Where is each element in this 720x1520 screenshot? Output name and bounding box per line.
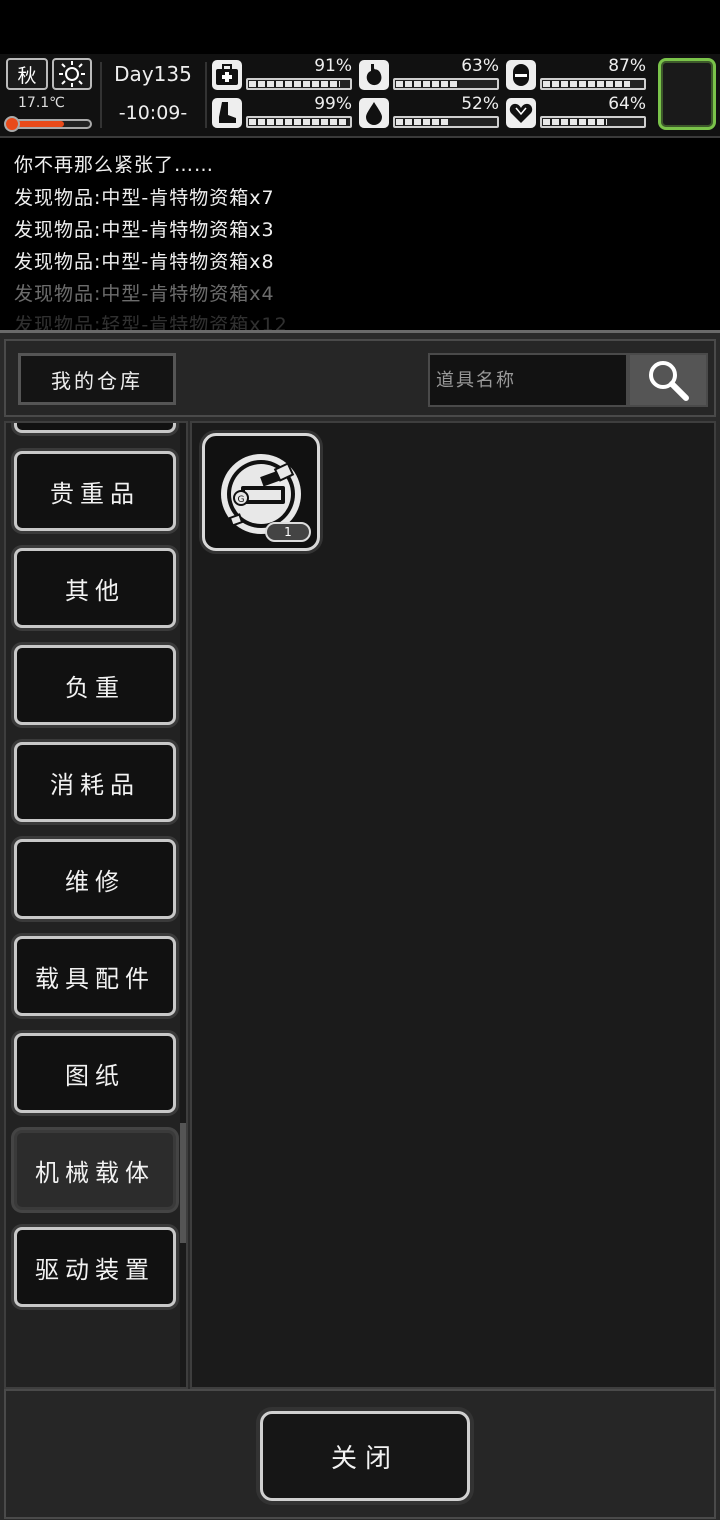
category-drive-unit[interactable]: 驱动装置 bbox=[14, 1227, 176, 1307]
status-hud: 秋 17.1℃ Day135 -10:09- 91% 63% 87% 99% 5… bbox=[0, 54, 720, 138]
stat-stamina: 99% bbox=[212, 94, 356, 132]
water-drop-icon bbox=[359, 98, 389, 128]
item-search-input[interactable] bbox=[428, 353, 628, 407]
stat-mood: 64% bbox=[506, 94, 650, 132]
tab-my-warehouse[interactable]: 我的仓库 bbox=[18, 353, 176, 405]
boot-icon bbox=[212, 98, 242, 128]
category-load[interactable]: 负重 bbox=[14, 645, 176, 725]
category-sidebar[interactable]: 贵重品 其他 负重 消耗品 维修 载具配件 图纸 机械载体 驱动装置 bbox=[4, 421, 188, 1389]
stat-bar bbox=[246, 116, 352, 128]
temperature-readout: 17.1℃ bbox=[18, 95, 65, 111]
item-grid: G 1 bbox=[190, 421, 716, 1389]
clock: -10:09- bbox=[118, 102, 188, 124]
category-item[interactable] bbox=[14, 423, 176, 433]
warehouse-header: 我的仓库 bbox=[4, 339, 716, 417]
category-other[interactable]: 其他 bbox=[14, 548, 176, 628]
stat-water: 52% bbox=[359, 94, 503, 132]
day-counter: Day135 bbox=[114, 62, 192, 86]
stat-stomach: 63% bbox=[359, 56, 503, 94]
sun-icon bbox=[52, 58, 92, 90]
category-blueprints[interactable]: 图纸 bbox=[14, 1033, 176, 1113]
scroll-thumb[interactable] bbox=[180, 1123, 186, 1243]
warehouse-panel: 我的仓库 贵重品 其他 负重 消耗品 维修 载具配件 图纸 机械载体 驱动装置 bbox=[0, 330, 720, 1520]
divider bbox=[205, 62, 207, 128]
stat-bar bbox=[540, 78, 646, 90]
stat-bar bbox=[540, 116, 646, 128]
stat-bar bbox=[246, 78, 352, 90]
stat-percent: 91% bbox=[314, 56, 352, 76]
stat-percent: 52% bbox=[461, 94, 499, 114]
item-count-badge: 1 bbox=[265, 522, 311, 542]
stat-bar bbox=[393, 78, 499, 90]
stat-pill: 87% bbox=[506, 56, 650, 94]
heart-icon bbox=[506, 98, 536, 128]
footer-bar: 关闭 bbox=[4, 1389, 716, 1519]
stat-percent: 99% bbox=[314, 94, 352, 114]
category-valuables[interactable]: 贵重品 bbox=[14, 451, 176, 531]
category-repair[interactable]: 维修 bbox=[14, 839, 176, 919]
log-line: 发现物品:中型-肯特物资箱x7 bbox=[14, 187, 275, 209]
close-button[interactable]: 关闭 bbox=[260, 1411, 470, 1501]
category-consumables[interactable]: 消耗品 bbox=[14, 742, 176, 822]
category-mech-carrier[interactable]: 机械载体 bbox=[14, 1130, 176, 1210]
stomach-icon bbox=[359, 60, 389, 90]
log-line: 发现物品:中型-肯特物资箱x4 bbox=[14, 283, 275, 305]
stat-bar bbox=[393, 116, 499, 128]
log-line: 你不再那么紧张了…… bbox=[14, 154, 215, 176]
season-label: 秋 bbox=[17, 64, 37, 87]
stat-health: 91% bbox=[212, 56, 356, 94]
category-vehicle-parts[interactable]: 载具配件 bbox=[14, 936, 176, 1016]
event-log: 你不再那么紧张了…… 发现物品:中型-肯特物资箱x7 发现物品:中型-肯特物资箱… bbox=[0, 140, 720, 330]
inventory-item[interactable]: G 1 bbox=[202, 433, 320, 551]
svg-text:G: G bbox=[238, 495, 245, 505]
stat-percent: 87% bbox=[608, 56, 646, 76]
season-badge: 秋 bbox=[6, 58, 48, 90]
search-button[interactable] bbox=[628, 353, 708, 407]
capsule-icon bbox=[506, 60, 536, 90]
stat-percent: 63% bbox=[461, 56, 499, 76]
divider bbox=[100, 62, 102, 128]
log-line: 发现物品:中型-肯特物资箱x3 bbox=[14, 219, 275, 241]
sidebar-scrollbar[interactable] bbox=[180, 423, 186, 1387]
equipment-slot[interactable] bbox=[658, 58, 716, 130]
thermometer-icon bbox=[4, 116, 20, 132]
log-line: 发现物品:轻型-肯特物资箱x12 bbox=[14, 314, 288, 330]
log-line: 发现物品:中型-肯特物资箱x8 bbox=[14, 251, 275, 273]
stat-percent: 64% bbox=[608, 94, 646, 114]
search-icon bbox=[649, 361, 689, 401]
medkit-icon bbox=[212, 60, 242, 90]
